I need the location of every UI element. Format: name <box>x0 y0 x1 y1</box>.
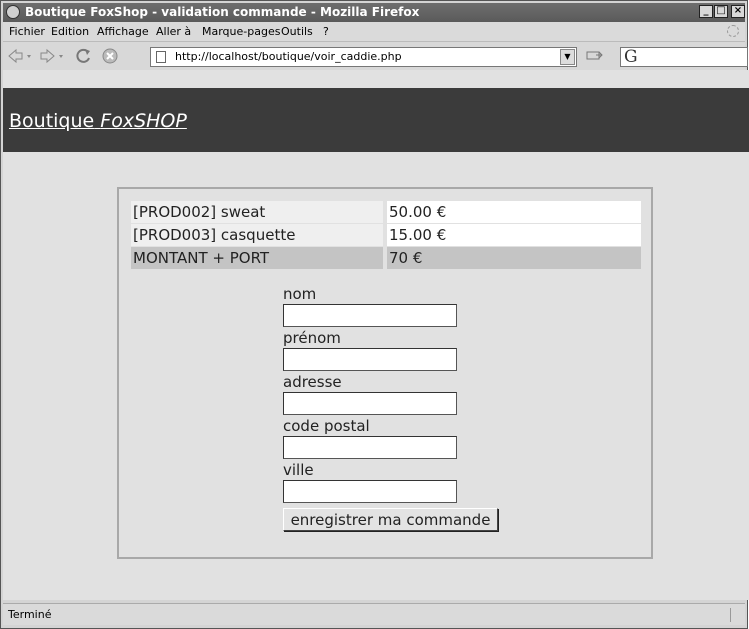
menu-marque-pages[interactable]: Marque-pages <box>202 22 280 41</box>
navigation-toolbar: http://localhost/boutique/voir_caddie.ph… <box>3 41 748 70</box>
forward-button[interactable] <box>39 46 69 66</box>
ville-field[interactable] <box>283 480 457 503</box>
page-content: Boutique FoxSHOP [PROD002] sweat 50.00 €… <box>3 70 749 600</box>
prenom-label: prénom <box>283 329 341 347</box>
window-title: Boutique FoxShop - validation commande -… <box>25 5 420 19</box>
order-panel: [PROD002] sweat 50.00 € [PROD003] casque… <box>117 187 653 559</box>
address-bar[interactable]: http://localhost/boutique/voir_caddie.ph… <box>150 47 577 67</box>
menu-help[interactable]: ? <box>323 22 329 41</box>
product-label: [PROD002] sweat <box>131 201 383 223</box>
table-row: [PROD002] sweat 50.00 € <box>131 201 641 223</box>
firefox-logo-icon <box>6 5 20 19</box>
minimize-button[interactable]: _ <box>699 5 713 18</box>
throbber-icon <box>727 25 739 37</box>
nom-field[interactable] <box>283 304 457 327</box>
ville-label: ville <box>283 461 314 479</box>
table-row: [PROD003] casquette 15.00 € <box>131 224 641 246</box>
menu-aller-a[interactable]: Aller à <box>156 22 191 41</box>
status-text: Terminé <box>8 608 52 621</box>
cart-table: [PROD002] sweat 50.00 € [PROD003] casque… <box>131 201 641 270</box>
forward-arrow-icon <box>40 48 63 64</box>
menu-affichage[interactable]: Affichage <box>97 22 149 41</box>
nom-label: nom <box>283 285 317 303</box>
brand-name: FoxSHOP <box>100 110 187 132</box>
menu-outils[interactable]: Outils <box>281 22 313 41</box>
site-header: Boutique FoxSHOP <box>3 88 749 152</box>
adresse-label: adresse <box>283 373 342 391</box>
back-arrow-icon <box>8 48 31 64</box>
page-icon <box>156 51 166 63</box>
total-value: 70 € <box>387 247 641 269</box>
search-box[interactable]: G <box>620 47 748 67</box>
menu-bar: Fichier Edition Affichage Aller à Marque… <box>3 22 745 41</box>
menu-fichier[interactable]: Fichier <box>9 22 45 41</box>
adresse-field[interactable] <box>283 392 457 415</box>
reload-button[interactable] <box>75 46 93 66</box>
status-bar: Terminé <box>3 603 745 625</box>
product-price: 50.00 € <box>387 201 641 223</box>
total-label: MONTANT + PORT <box>131 247 383 269</box>
maximize-button[interactable]: □ <box>714 5 728 18</box>
address-dropdown-button[interactable]: ▼ <box>560 49 575 65</box>
brand-prefix: Boutique <box>9 110 95 132</box>
product-label: [PROD003] casquette <box>131 224 383 246</box>
product-price: 15.00 € <box>387 224 641 246</box>
total-row: MONTANT + PORT 70 € <box>131 247 641 269</box>
go-arrow-icon <box>586 51 603 60</box>
site-brand-link[interactable]: Boutique FoxSHOP <box>9 110 187 132</box>
reload-icon <box>76 48 90 63</box>
go-button[interactable] <box>586 49 604 67</box>
resize-grip-icon[interactable] <box>730 608 743 622</box>
address-url[interactable]: http://localhost/boutique/voir_caddie.ph… <box>175 48 402 66</box>
title-bar: Boutique FoxShop - validation commande -… <box>3 3 745 22</box>
back-button[interactable] <box>7 46 37 66</box>
menu-edition[interactable]: Edition <box>51 22 89 41</box>
submit-order-button[interactable]: enregistrer ma commande <box>283 508 498 531</box>
prenom-field[interactable] <box>283 348 457 371</box>
stop-icon <box>102 48 118 64</box>
browser-window: Boutique FoxShop - validation commande -… <box>0 0 749 629</box>
order-form: nom prénom adresse code postal ville enr… <box>283 285 543 531</box>
search-engine-icon[interactable]: G <box>624 48 638 67</box>
close-button[interactable]: × <box>731 5 745 18</box>
stop-button[interactable] <box>101 46 119 66</box>
code-postal-label: code postal <box>283 417 370 435</box>
code-postal-field[interactable] <box>283 436 457 459</box>
